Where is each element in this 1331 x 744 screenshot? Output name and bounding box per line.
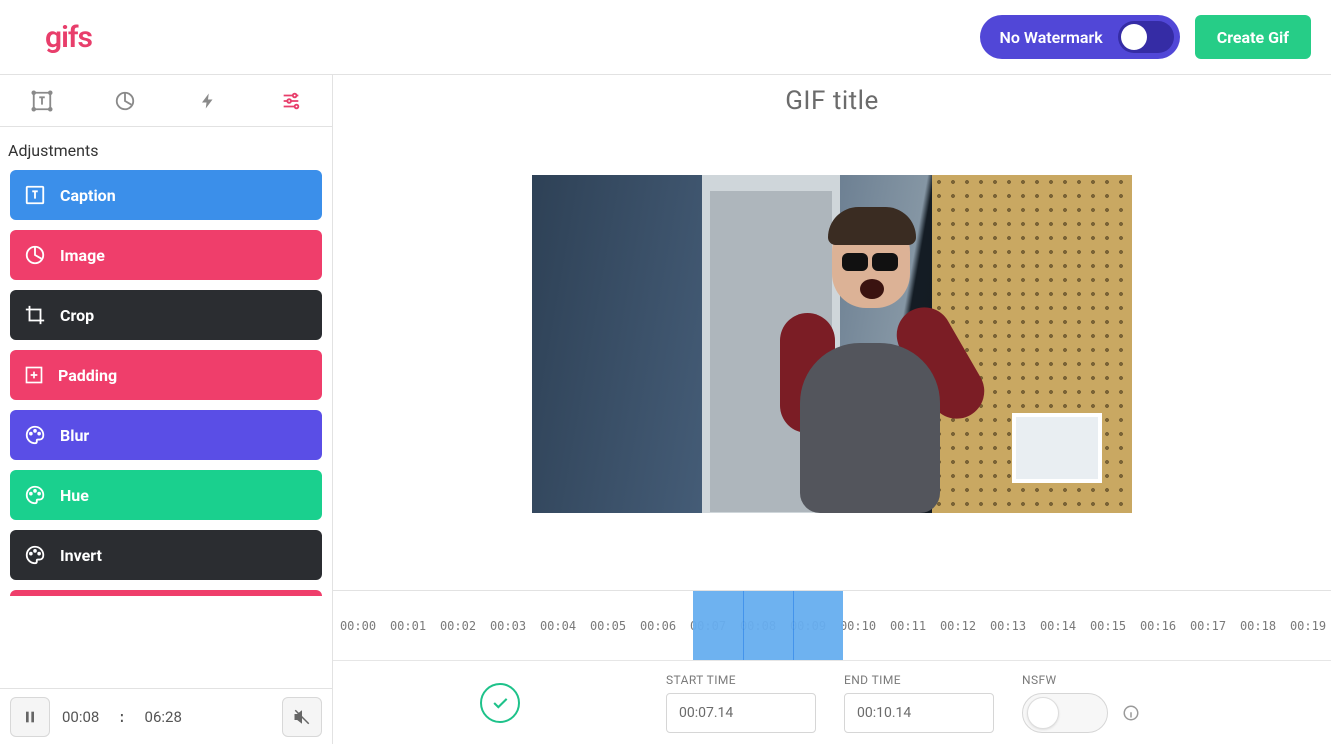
sliders-icon (280, 90, 302, 112)
tab-caption[interactable] (0, 75, 83, 126)
end-time-input[interactable] (844, 693, 994, 733)
timeline-tick[interactable]: 00:11 (883, 619, 933, 633)
watermark-toggle[interactable]: No Watermark (980, 15, 1180, 59)
topbar-actions: No Watermark Create Gif (980, 15, 1311, 59)
panel-title: Adjustments (8, 141, 322, 160)
end-time-label: END TIME (844, 673, 994, 687)
person-art (772, 213, 962, 513)
topbar: gifs No Watermark Create Gif (0, 0, 1331, 75)
end-time-group: END TIME (844, 673, 994, 733)
pause-button[interactable] (10, 697, 50, 737)
right-column: GIF title 00:0000:0100:0200:0300:0400:05… (333, 75, 1331, 744)
bolt-icon (199, 91, 217, 111)
palette-icon (24, 424, 46, 446)
palette-icon (24, 544, 46, 566)
start-time-group: START TIME (666, 673, 816, 733)
create-gif-button[interactable]: Create Gif (1195, 15, 1311, 59)
timeline-tick[interactable]: 00:18 (1233, 619, 1283, 633)
adjustment-hue[interactable]: Hue (10, 470, 322, 520)
adjustment-blur[interactable]: Blur (10, 410, 322, 460)
fields: START TIME END TIME NSFW OFF (666, 673, 1331, 733)
adjustments-scroll[interactable]: Adjustments Caption Image Crop Padding Blur H… (0, 127, 332, 688)
timeline-tick[interactable]: 00:05 (583, 619, 633, 633)
adjustment-label: Blur (60, 426, 89, 445)
timeline-tick[interactable]: 00:04 (533, 619, 583, 633)
adjustment-label: Padding (58, 366, 117, 385)
panel-art (1012, 413, 1102, 483)
caption-frame-icon (31, 90, 53, 112)
tab-shapes[interactable] (83, 75, 166, 126)
padding-icon (24, 365, 44, 385)
timeline-tick[interactable]: 00:02 (433, 619, 483, 633)
timeline-tick[interactable]: 00:00 (333, 619, 383, 633)
timeline-tick[interactable]: 00:19 (1283, 619, 1331, 633)
timecode: 00:08 : 06:28 (62, 708, 270, 726)
timeline[interactable]: 00:0000:0100:0200:0300:0400:0500:0600:07… (333, 590, 1331, 660)
adjustment-padding[interactable]: Padding (10, 350, 322, 400)
adjustment-image[interactable]: Image (10, 230, 322, 280)
nsfw-toggle[interactable]: OFF (1022, 693, 1108, 733)
nsfw-info[interactable] (1122, 704, 1140, 722)
toggle-knob (1121, 24, 1147, 50)
timeline-tick[interactable]: 00:06 (633, 619, 683, 633)
piechart-icon (114, 90, 136, 112)
watermark-label: No Watermark (1000, 28, 1103, 47)
timeline-tick[interactable]: 00:15 (1083, 619, 1133, 633)
total-time: 06:28 (145, 708, 182, 726)
timeline-tick[interactable]: 00:01 (383, 619, 433, 633)
info-icon (1122, 704, 1140, 722)
timeline-tick[interactable]: 00:16 (1133, 619, 1183, 633)
timeline-tick[interactable]: 00:13 (983, 619, 1033, 633)
preview-stage (333, 127, 1331, 590)
caption-icon (24, 184, 46, 206)
adjustment-label: Invert (60, 546, 102, 565)
check-icon (490, 693, 510, 713)
mute-button[interactable] (282, 697, 322, 737)
tab-effects[interactable] (166, 75, 249, 126)
timeline-tick[interactable]: 00:10 (833, 619, 883, 633)
start-time-input[interactable] (666, 693, 816, 733)
status-wrap (333, 683, 666, 723)
timeline-tick[interactable]: 00:12 (933, 619, 983, 633)
adjustments-wrapper: Adjustments Caption Image Crop Padding Blur H… (0, 127, 332, 688)
left-column: Adjustments Caption Image Crop Padding Blur H… (0, 75, 333, 744)
logo: gifs (45, 20, 92, 55)
adjustment-caption[interactable]: Caption (10, 170, 322, 220)
adjustment-label: Image (60, 246, 105, 265)
adjustment-label: Caption (60, 186, 116, 205)
mute-icon (293, 708, 311, 726)
gif-title-input[interactable]: GIF title (333, 75, 1331, 127)
tab-adjustments[interactable] (249, 75, 332, 126)
main: Adjustments Caption Image Crop Padding Blur H… (0, 75, 1331, 744)
adjustment-label: Hue (60, 486, 89, 505)
crop-icon (24, 304, 46, 326)
pause-icon (22, 709, 38, 725)
timeline-tick[interactable]: 00:17 (1183, 619, 1233, 633)
timeline-tick[interactable]: 00:14 (1033, 619, 1083, 633)
timeline-tick[interactable]: 00:09 (783, 619, 833, 633)
timeline-ticks: 00:0000:0100:0200:0300:0400:0500:0600:07… (333, 591, 1331, 660)
start-time-label: START TIME (666, 673, 816, 687)
adjustment-peek (10, 590, 322, 596)
play-strip: 00:08 : 06:28 (0, 688, 332, 744)
adjustment-label: Crop (60, 306, 94, 325)
timeline-tick[interactable]: 00:07 (683, 619, 733, 633)
nsfw-label: NSFW (1022, 673, 1140, 687)
nsfw-group: NSFW OFF (1022, 673, 1140, 733)
timeline-tick[interactable]: 00:08 (733, 619, 783, 633)
toggle-track (1118, 21, 1174, 53)
image-icon (24, 244, 46, 266)
bottom-bar: START TIME END TIME NSFW OFF (333, 660, 1331, 744)
nsfw-knob (1027, 697, 1059, 729)
video-canvas[interactable] (532, 175, 1132, 513)
adjustment-invert[interactable]: Invert (10, 530, 322, 580)
timeline-tick[interactable]: 00:03 (483, 619, 533, 633)
palette-icon (24, 484, 46, 506)
status-check (480, 683, 520, 723)
adjustment-crop[interactable]: Crop (10, 290, 322, 340)
tool-tabs (0, 75, 332, 127)
current-time: 00:08 (62, 708, 99, 726)
